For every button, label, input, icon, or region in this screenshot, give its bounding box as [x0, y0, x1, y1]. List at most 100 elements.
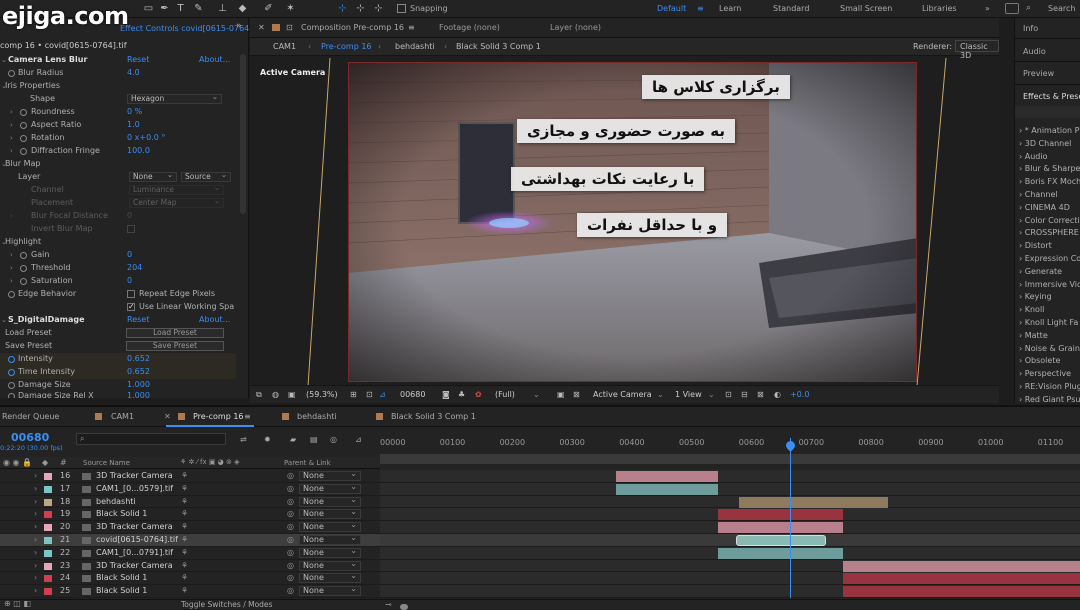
world-axis-icon[interactable]: ⊹: [354, 2, 367, 15]
layer-duration-bar[interactable]: [717, 547, 844, 559]
search-help-label[interactable]: Search: [1048, 4, 1075, 13]
layer-source-dropdown[interactable]: Source: [181, 171, 231, 182]
audio-panel-tab[interactable]: Audio: [1023, 47, 1046, 56]
current-time[interactable]: 00680: [11, 431, 49, 444]
effects-category-item[interactable]: › Blur & Sharpe: [1019, 164, 1080, 173]
layer-label-color[interactable]: [44, 473, 52, 480]
effects-category-item[interactable]: › Expression Co: [1019, 254, 1080, 263]
layer-search-input[interactable]: ⌕: [76, 433, 226, 445]
layer-label-color[interactable]: [44, 524, 52, 532]
layer-name[interactable]: CAM1_[0...0791].tif: [96, 547, 173, 560]
layer-label-color[interactable]: [44, 575, 52, 583]
sync-settings-icon[interactable]: [1005, 3, 1019, 14]
composition-viewer[interactable]: برگزاری کلاس ها به صورت حضوری و مجازی با…: [348, 62, 917, 382]
layer-name[interactable]: behdashti: [96, 496, 136, 509]
exposure-value[interactable]: +0.0: [790, 390, 809, 399]
parent-dropdown[interactable]: None: [299, 521, 361, 533]
effects-presets-tab[interactable]: Effects & Presets: [1023, 92, 1080, 101]
close-icon[interactable]: ✕: [164, 412, 171, 421]
camera-view-dropdown[interactable]: Active Camera: [593, 390, 652, 399]
layer-name[interactable]: Black Solid 1: [96, 585, 147, 598]
layer-label-color[interactable]: [44, 498, 52, 506]
tab-behdashti[interactable]: behdashti: [297, 412, 337, 421]
prop-time-intensity[interactable]: Time Intensity 0.652: [0, 366, 236, 379]
repeat-edge-checkbox[interactable]: [127, 290, 135, 298]
zoom-level[interactable]: (59.3%): [306, 390, 338, 399]
effects-category-item[interactable]: › Boris FX Moch: [1019, 177, 1080, 186]
prop-damage-size-rel-x[interactable]: Damage Size Rel X 1.000: [0, 390, 236, 398]
comp-mini-flowchart-icon[interactable]: ⇌: [240, 435, 247, 444]
group-highlight[interactable]: ⌄ Highlight: [0, 236, 236, 249]
parent-link-header[interactable]: Parent & Link: [284, 459, 331, 467]
draft-3d-icon[interactable]: ✹: [264, 435, 271, 444]
region-icon[interactable]: ⊡: [366, 390, 373, 399]
layer-dropdown[interactable]: None: [129, 171, 177, 182]
stopwatch-icon[interactable]: [8, 70, 15, 77]
save-preset-button[interactable]: Save Preset: [126, 341, 224, 351]
tab-composition[interactable]: Composition Pre-comp 16: [301, 23, 404, 32]
type-tool-icon[interactable]: T: [174, 2, 187, 15]
layer-label-color[interactable]: [44, 562, 52, 570]
prop-intensity[interactable]: Intensity 0.652: [0, 353, 236, 366]
parent-dropdown[interactable]: None: [299, 585, 361, 597]
group-blur-map[interactable]: ⌄ Blur Map: [0, 158, 236, 171]
layer-row[interactable]: › 18 behdashti ⚘ ◎ None: [0, 496, 380, 509]
transparency-grid-icon[interactable]: ⊿: [379, 390, 386, 399]
preview-panel-tab[interactable]: Preview: [1023, 69, 1054, 78]
toggle-switches-modes[interactable]: Toggle Switches / Modes: [181, 600, 272, 609]
group-iris-properties[interactable]: ⌄ Iris Properties: [0, 80, 236, 93]
flowchart-icon[interactable]: ⊠: [757, 390, 764, 399]
stamp-tool-icon[interactable]: ⊥: [216, 2, 229, 15]
prop-saturation[interactable]: › Saturation 0: [0, 275, 236, 288]
use-linear-checkbox[interactable]: [127, 301, 135, 314]
panel-expand-icon[interactable]: »: [236, 21, 242, 31]
reset-link[interactable]: Reset: [127, 54, 149, 67]
lock-icon[interactable]: ⊡: [286, 23, 293, 32]
layer-row[interactable]: › 25 Black Solid 1 ⚘ ◎ None: [0, 585, 380, 598]
effects-category-item[interactable]: › * Animation P: [1019, 126, 1079, 135]
puppet-pin-icon[interactable]: ✶: [284, 2, 297, 15]
parent-dropdown[interactable]: None: [299, 534, 361, 545]
effects-category-item[interactable]: › Channel: [1019, 190, 1058, 199]
toggle-transparency-icon[interactable]: ⊠: [573, 390, 580, 399]
fast-previews-icon[interactable]: ▣: [557, 390, 565, 399]
layer-duration-bar[interactable]: [717, 522, 844, 534]
layer-label-color[interactable]: [44, 588, 52, 596]
layer-label-color[interactable]: [44, 511, 52, 519]
eraser-tool-icon[interactable]: ◆: [236, 2, 249, 15]
tab-cam1[interactable]: CAM1: [111, 412, 134, 421]
layer-row[interactable]: › 23 3D Tracker Camera ⚘ ◎ None: [0, 560, 380, 573]
roto-brush-icon[interactable]: ✐: [262, 2, 275, 15]
frame-blending-icon[interactable]: ▤: [310, 435, 318, 444]
layer-duration-bar[interactable]: [717, 509, 844, 521]
time-ruler[interactable]: 00000 00100 00200 00300 00400 00500 00600 00700…: [380, 436, 1080, 450]
effects-category-item[interactable]: › Noise & Grain: [1019, 344, 1080, 353]
layer-name[interactable]: covid[0615-0764].tif: [96, 534, 178, 547]
zoom-out-icon[interactable]: ⊸: [385, 600, 392, 609]
layer-name[interactable]: CAM1_[0...0579].tif: [96, 483, 173, 496]
effect-s-digital-damage[interactable]: ⌄ S_DigitalDamage Reset About...: [0, 314, 236, 327]
rectangle-tool-icon[interactable]: ▭: [142, 2, 155, 15]
tab-black-solid[interactable]: Black Solid 3 Comp 1: [391, 412, 476, 421]
workspace-menu-icon[interactable]: ≡: [697, 4, 704, 13]
prop-roundness[interactable]: › Roundness 0 %: [0, 106, 236, 119]
layer-duration-bar[interactable]: [616, 483, 718, 495]
layer-name[interactable]: 3D Tracker Camera: [96, 470, 173, 483]
prop-aspect-ratio[interactable]: › Aspect Ratio 1.0: [0, 119, 236, 132]
layer-label-color[interactable]: [44, 485, 52, 493]
parent-dropdown[interactable]: None: [299, 470, 361, 481]
layer-label-color[interactable]: [44, 537, 52, 544]
always-preview-icon[interactable]: ⧉: [256, 390, 262, 400]
effects-scrollbar[interactable]: [240, 54, 246, 214]
effects-category-item[interactable]: › Perspective: [1019, 369, 1071, 378]
zoom-slider[interactable]: [400, 604, 408, 610]
effects-category-item[interactable]: › Immersive Vid: [1019, 280, 1080, 289]
close-icon[interactable]: ✕: [258, 23, 265, 32]
about-link[interactable]: About...: [199, 54, 230, 67]
layer-duration-bar[interactable]: [843, 573, 1080, 585]
safe-zones-icon[interactable]: ▣: [288, 390, 296, 399]
layer-name[interactable]: Black Solid 1: [96, 572, 147, 585]
layer-name[interactable]: Black Solid 1: [96, 508, 147, 521]
effects-category-item[interactable]: › Obsolete: [1019, 356, 1060, 365]
breadcrumb-precomp16[interactable]: Pre-comp 16: [321, 42, 372, 51]
